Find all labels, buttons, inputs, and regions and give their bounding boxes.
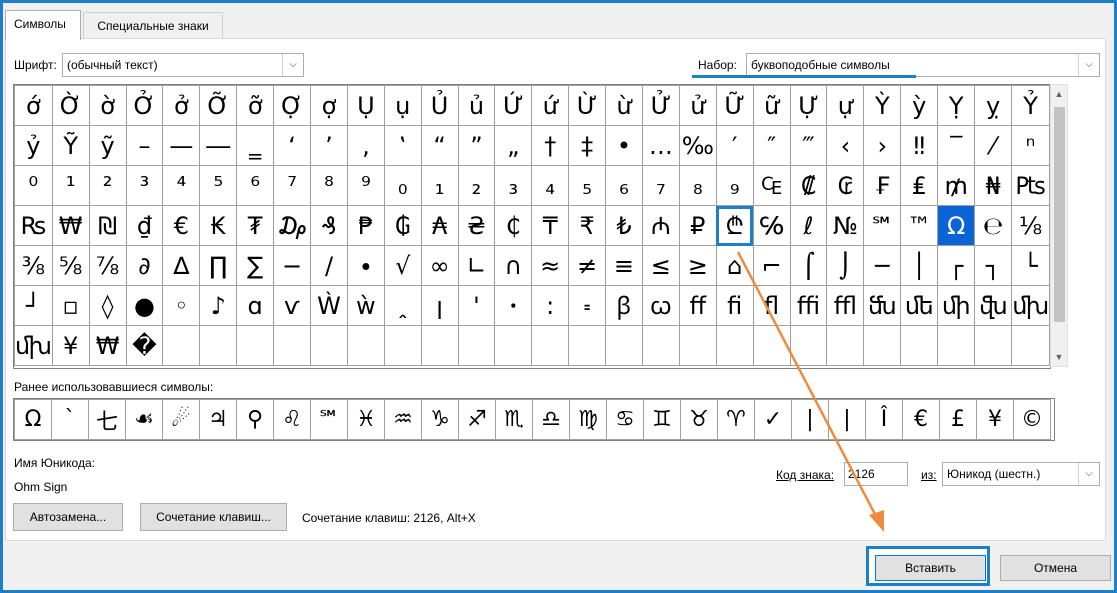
- annotation-arrow: [736, 251, 884, 532]
- tab-symbols[interactable]: Символы: [5, 10, 81, 40]
- arrow-line: [736, 251, 880, 521]
- arrow-head: [869, 510, 884, 532]
